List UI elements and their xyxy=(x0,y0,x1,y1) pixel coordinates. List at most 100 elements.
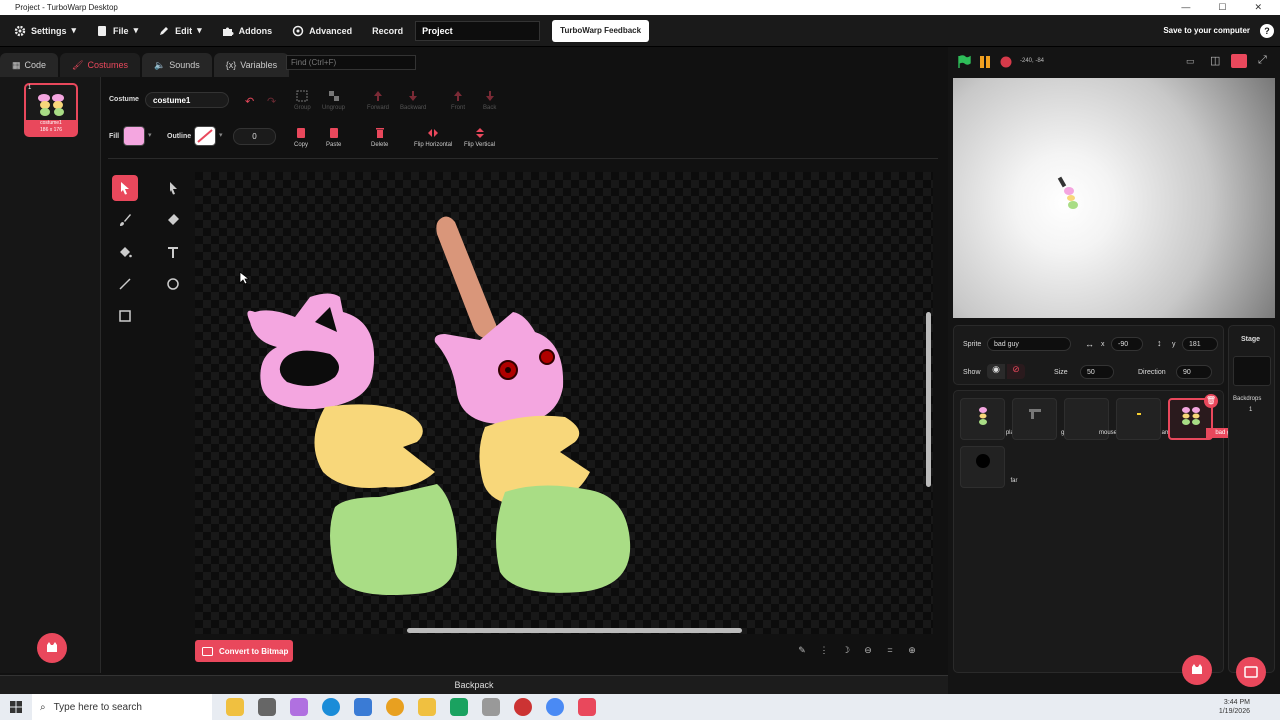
turbowarp-icon[interactable] xyxy=(578,698,596,716)
fill-tool[interactable] xyxy=(112,239,138,265)
taskbar-search-input[interactable]: ⌕ Type here to search xyxy=(32,694,212,720)
moon-icon[interactable]: ☽ xyxy=(839,641,853,659)
sprite-tile-gun[interactable]: gun xyxy=(1012,398,1071,440)
outline-color-swatch[interactable] xyxy=(194,126,216,146)
stop-icon[interactable] xyxy=(999,55,1013,69)
drawing-canvas[interactable] xyxy=(195,172,933,634)
sprite-tile-ammo[interactable]: ammo xyxy=(1116,398,1178,440)
sprite-tile-player[interactable]: player xyxy=(960,398,1022,440)
brush-tool[interactable] xyxy=(112,207,138,233)
back-button[interactable]: Back xyxy=(483,90,496,111)
sprite-tile-far[interactable]: far xyxy=(960,446,1018,488)
file-menu[interactable]: File ▾ xyxy=(90,15,144,47)
maximize-icon[interactable]: ☐ xyxy=(1218,2,1226,13)
tab-costumes[interactable]: 🖌 Costumes xyxy=(60,53,140,77)
delete-sprite-icon[interactable]: 🗑 xyxy=(1204,394,1218,408)
tab-sounds[interactable]: 🔈 Sounds xyxy=(141,53,212,77)
zoom-out-icon[interactable]: ⊖ xyxy=(861,641,875,659)
select-tool[interactable] xyxy=(112,175,138,201)
fill-color-swatch[interactable] xyxy=(123,126,145,146)
tab-variables[interactable]: {x} Variables xyxy=(213,53,290,77)
flip-horizontal-button[interactable]: Flip Horizontal xyxy=(414,127,452,148)
file-explorer-icon[interactable] xyxy=(418,698,436,716)
circle-tool[interactable] xyxy=(160,271,186,297)
undo-icon[interactable]: ↶ xyxy=(245,95,254,108)
tab-code[interactable]: ▦ Code xyxy=(0,53,59,77)
edge-icon[interactable] xyxy=(322,698,340,716)
vertical-scrollbar[interactable] xyxy=(926,312,931,487)
app-icon[interactable] xyxy=(290,698,308,716)
chrome-icon[interactable] xyxy=(546,698,564,716)
line-tool[interactable] xyxy=(112,271,138,297)
group-button[interactable]: Group xyxy=(294,90,311,111)
project-name-field[interactable]: Project xyxy=(415,20,541,41)
store-icon[interactable] xyxy=(354,698,372,716)
reshape-tool[interactable] xyxy=(160,175,186,201)
close-icon[interactable]: ✕ xyxy=(1254,2,1262,13)
front-button[interactable]: Front xyxy=(451,90,465,111)
outline-width-input[interactable]: 0 xyxy=(233,128,276,145)
stage-canvas[interactable] xyxy=(953,78,1275,318)
chevron-down-icon[interactable]: ▾ xyxy=(219,131,223,139)
zoom-in-icon[interactable]: ⊕ xyxy=(905,641,919,659)
edit-menu[interactable]: Edit ▾ xyxy=(152,15,208,47)
taskbar-clock[interactable]: 3:44 PM 1/19/2026 xyxy=(1219,698,1250,716)
size-input[interactable]: 50 xyxy=(1080,365,1114,379)
backpack-bar[interactable]: Backpack xyxy=(0,675,948,694)
save-to-computer-button[interactable]: Save to your computer xyxy=(1163,26,1250,35)
flip-vertical-button[interactable]: Flip Vertical xyxy=(464,127,495,148)
x-input[interactable]: -90 xyxy=(1111,337,1143,351)
copilot-icon[interactable] xyxy=(226,698,244,716)
costume-name-input[interactable]: costume1 xyxy=(145,92,229,108)
costume-thumbnail[interactable]: 1 costume1 186 x 176 xyxy=(24,83,78,137)
record-app-icon[interactable] xyxy=(514,698,532,716)
hide-eye-icon[interactable]: ⊘ xyxy=(1007,364,1025,379)
browser-icon[interactable] xyxy=(386,698,404,716)
ungroup-button[interactable]: Ungroup xyxy=(322,90,345,111)
green-flag-icon[interactable] xyxy=(957,55,971,69)
large-stage-icon[interactable] xyxy=(1231,54,1247,68)
delete-button[interactable]: Delete xyxy=(371,127,388,148)
rectangle-tool[interactable] xyxy=(112,303,138,329)
settings-menu[interactable]: Settings ▾ xyxy=(8,15,82,47)
grid-icon[interactable]: ⋮ xyxy=(817,641,831,659)
feedback-button[interactable]: TurboWarp Feedback xyxy=(552,19,650,42)
help-icon[interactable]: ? xyxy=(1260,23,1274,38)
y-input[interactable]: 181 xyxy=(1182,337,1218,351)
horizontal-scrollbar[interactable] xyxy=(407,628,742,633)
add-backdrop-button[interactable] xyxy=(1236,657,1266,687)
direction-input[interactable]: 90 xyxy=(1176,365,1212,379)
record-menu[interactable]: Record xyxy=(366,15,409,47)
sprite-info-panel: Sprite bad guy ↔ x -90 ↕ y 181 Show ◉ ⊘ … xyxy=(953,325,1224,385)
redo-icon[interactable]: ↷ xyxy=(267,95,276,108)
fullscreen-icon[interactable]: ⤢ xyxy=(1258,54,1267,67)
small-stage-icon[interactable]: ◫ xyxy=(1210,54,1220,67)
eraser-tool[interactable] xyxy=(160,207,186,233)
terminal-icon[interactable]: ▭ xyxy=(1186,56,1195,67)
pause-icon[interactable] xyxy=(978,55,992,69)
stage-target-panel[interactable]: Stage Backdrops 1 xyxy=(1228,325,1275,687)
backward-button[interactable]: Backward xyxy=(400,90,426,111)
chevron-down-icon[interactable]: ▾ xyxy=(148,131,152,139)
text-tool[interactable] xyxy=(160,239,186,265)
copy-button[interactable]: Copy xyxy=(294,127,308,148)
advanced-menu[interactable]: Advanced xyxy=(286,15,358,47)
mouse-app-icon[interactable] xyxy=(482,698,500,716)
zoom-reset-icon[interactable]: = xyxy=(883,641,897,659)
forward-button[interactable]: Forward xyxy=(367,90,389,111)
add-costume-button[interactable] xyxy=(37,633,67,663)
find-input[interactable]: Find (Ctrl+F) xyxy=(286,55,416,70)
windows-start-icon[interactable] xyxy=(10,701,22,713)
convert-to-bitmap-button[interactable]: Convert to Bitmap xyxy=(195,640,293,662)
bitmap-brush-icon[interactable]: ✎ xyxy=(795,641,809,659)
sprite-tile-mouse[interactable]: mouse xyxy=(1064,398,1117,440)
task-view-icon[interactable] xyxy=(258,698,276,716)
spreadsheet-icon[interactable] xyxy=(450,698,468,716)
sprite-name-input[interactable]: bad guy xyxy=(987,337,1071,351)
addons-menu[interactable]: Addons xyxy=(216,15,279,47)
paste-button[interactable]: Paste xyxy=(326,127,341,148)
stage-thumbnail[interactable] xyxy=(1233,356,1271,386)
show-eye-icon[interactable]: ◉ xyxy=(987,364,1005,379)
add-sprite-button[interactable] xyxy=(1182,655,1212,685)
minimize-icon[interactable]: — xyxy=(1181,2,1190,13)
